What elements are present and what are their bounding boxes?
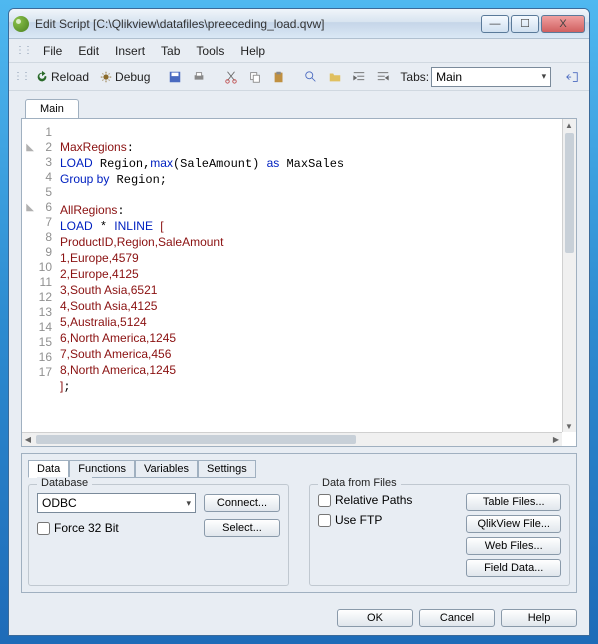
bookmark-icon: ◣	[24, 200, 34, 210]
cut-button[interactable]	[220, 68, 242, 86]
titlebar[interactable]: Edit Script [C:\Qlikview\datafiles\preec…	[9, 9, 589, 39]
toolbar-grip-icon: ⋮⋮	[13, 71, 29, 82]
field-data-button[interactable]: Field Data...	[466, 559, 561, 577]
tab-variables[interactable]: Variables	[135, 460, 198, 478]
help-button[interactable]: Help	[501, 609, 577, 627]
paste-icon	[272, 70, 286, 84]
table-files-button[interactable]: Table Files...	[466, 493, 561, 511]
paste-button[interactable]	[268, 68, 290, 86]
menu-edit[interactable]: Edit	[70, 42, 107, 60]
scroll-right-icon[interactable]: ▶	[550, 433, 562, 445]
debug-icon	[99, 70, 113, 84]
indent-button[interactable]	[348, 68, 370, 86]
copy-button[interactable]	[244, 68, 266, 86]
bookmark-icon: ◣	[24, 140, 34, 150]
database-fieldset: Database ODBC Connect... Force 32 Bit Se…	[28, 484, 289, 586]
menubar-grip-icon: ⋮⋮	[15, 45, 31, 56]
tab-main[interactable]: Main	[25, 99, 79, 118]
indent-icon	[352, 70, 366, 84]
tab-left-icon	[565, 70, 579, 84]
force-32bit-checkbox[interactable]: Force 32 Bit	[37, 521, 119, 535]
search-icon	[304, 70, 318, 84]
web-files-button[interactable]: Web Files...	[466, 537, 561, 555]
outdent-icon	[376, 70, 390, 84]
folder-button[interactable]	[324, 68, 346, 86]
tabs-dropdown[interactable]: Main	[431, 67, 551, 87]
data-from-files-fieldset: Data from Files Relative Paths Use FTP T…	[309, 484, 570, 586]
cut-icon	[224, 70, 238, 84]
tab-move-right-button[interactable]	[585, 68, 590, 86]
line-gutter: ◣ ◣ 1234567891011121314151617	[22, 119, 56, 446]
print-icon	[192, 70, 206, 84]
vertical-scrollbar[interactable]: ▲ ▼	[562, 119, 576, 432]
save-icon	[168, 70, 182, 84]
edit-script-window: Edit Script [C:\Qlikview\datafiles\preec…	[8, 8, 590, 636]
datafiles-legend: Data from Files	[318, 477, 401, 489]
menu-insert[interactable]: Insert	[107, 42, 153, 60]
use-ftp-checkbox[interactable]: Use FTP	[318, 513, 456, 527]
relative-paths-checkbox[interactable]: Relative Paths	[318, 493, 456, 507]
script-editor[interactable]: ◣ ◣ 1234567891011121314151617 MaxRegions…	[21, 118, 577, 447]
folder-icon	[328, 70, 342, 84]
database-legend: Database	[37, 477, 92, 489]
save-button[interactable]	[164, 68, 186, 86]
cancel-button[interactable]: Cancel	[419, 609, 495, 627]
close-button[interactable]: X	[541, 15, 585, 33]
print-button[interactable]	[188, 68, 210, 86]
bottom-panel: Data Functions Variables Settings Databa…	[21, 453, 577, 593]
content-area: Main ◣ ◣ 1234567891011121314151617 MaxRe…	[9, 91, 589, 601]
scroll-left-icon[interactable]: ◀	[22, 433, 34, 445]
menu-tools[interactable]: Tools	[188, 42, 232, 60]
menu-file[interactable]: File	[35, 42, 70, 60]
qlikview-app-icon	[13, 16, 29, 32]
tab-data[interactable]: Data	[28, 460, 69, 478]
menu-help[interactable]: Help	[232, 42, 273, 60]
copy-icon	[248, 70, 262, 84]
reload-button[interactable]: Reload	[31, 68, 93, 86]
toolbar: ⋮⋮ Reload Debug Tabs: Main	[9, 63, 589, 91]
tab-settings[interactable]: Settings	[198, 460, 256, 478]
connect-button[interactable]: Connect...	[204, 494, 280, 512]
select-button[interactable]: Select...	[204, 519, 280, 537]
scroll-up-icon[interactable]: ▲	[563, 119, 575, 131]
ok-button[interactable]: OK	[337, 609, 413, 627]
code-area[interactable]: MaxRegions: LOAD Region,max(SaleAmount) …	[56, 119, 576, 446]
minimize-button[interactable]: —	[481, 15, 509, 33]
debug-button[interactable]: Debug	[95, 68, 154, 86]
database-driver-dropdown[interactable]: ODBC	[37, 493, 196, 513]
reload-icon	[35, 70, 49, 84]
tab-move-left-button[interactable]	[561, 68, 583, 86]
window-title: Edit Script [C:\Qlikview\datafiles\preec…	[35, 17, 481, 31]
outdent-button[interactable]	[372, 68, 394, 86]
tab-functions[interactable]: Functions	[69, 460, 135, 478]
menu-tab[interactable]: Tab	[153, 42, 188, 60]
dialog-footer: OK Cancel Help	[9, 601, 589, 635]
scrollbar-thumb[interactable]	[565, 133, 574, 253]
tabs-label: Tabs:	[400, 70, 429, 84]
tab-right-icon	[589, 70, 590, 84]
qlikview-file-button[interactable]: QlikView File...	[466, 515, 561, 533]
scrollbar-thumb[interactable]	[36, 435, 356, 444]
horizontal-scrollbar[interactable]: ◀ ▶	[22, 432, 562, 446]
maximize-button[interactable]: ☐	[511, 15, 539, 33]
scroll-down-icon[interactable]: ▼	[563, 420, 575, 432]
find-button[interactable]	[300, 68, 322, 86]
menubar: ⋮⋮ File Edit Insert Tab Tools Help	[9, 39, 589, 63]
